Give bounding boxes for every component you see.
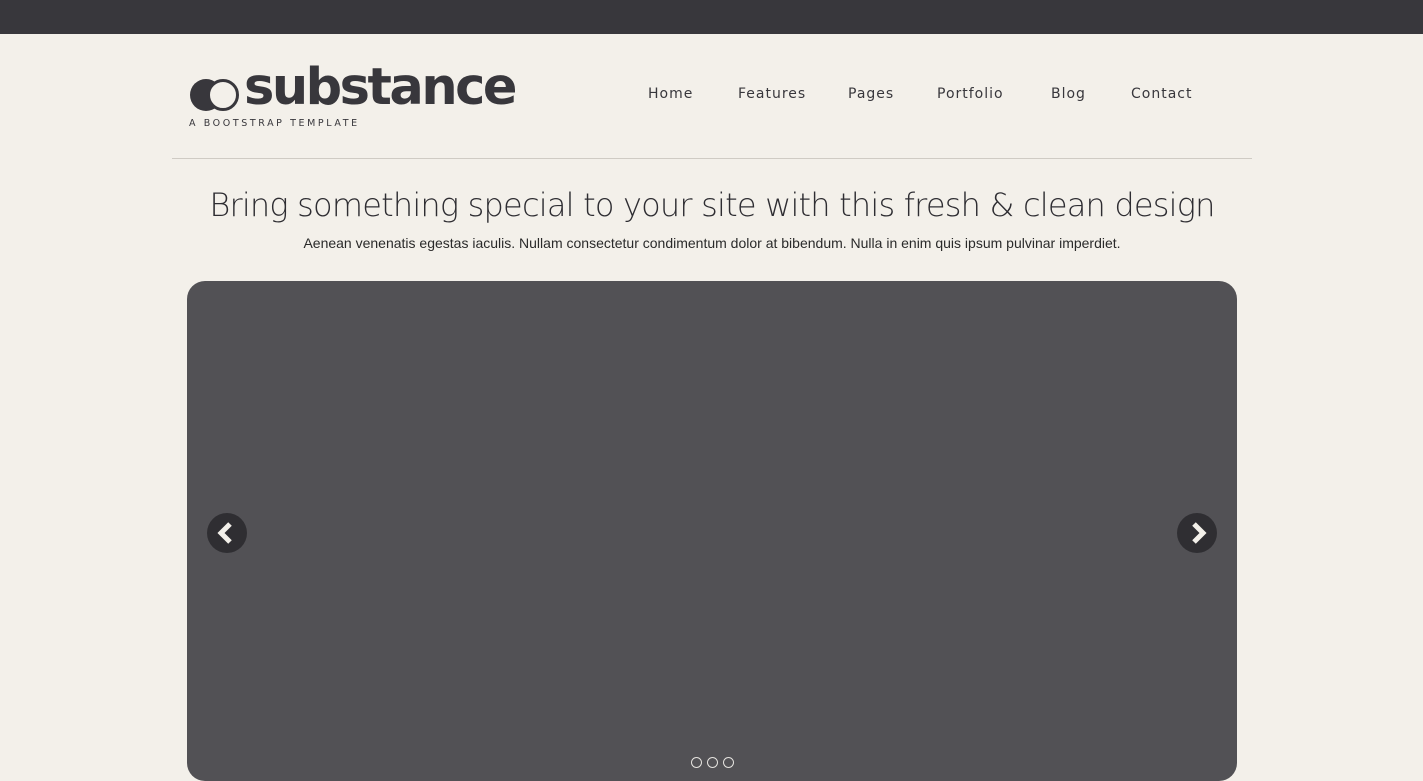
nav-item-features[interactable]: Features — [738, 86, 806, 102]
image-slider — [187, 281, 1237, 781]
nav-item-contact[interactable]: Contact — [1131, 86, 1192, 102]
slider-dot[interactable] — [723, 757, 734, 768]
slider-dot[interactable] — [691, 757, 702, 768]
hero-headline: Bring something special to your site wit… — [209, 186, 1215, 224]
slider-next-button[interactable] — [1177, 513, 1217, 553]
chevron-right-icon — [1192, 522, 1207, 544]
slider-dot[interactable] — [707, 757, 718, 768]
double-circle-logo-icon — [190, 79, 239, 111]
hero-subheadline: Aenean venenatis egestas iaculis. Nullam… — [303, 235, 1121, 251]
brand-tagline: A BOOTSTRAP TEMPLATE — [189, 118, 360, 129]
nav-item-blog[interactable]: Blog — [1051, 86, 1086, 102]
nav-item-home[interactable]: Home — [648, 86, 693, 102]
nav-item-portfolio[interactable]: Portfolio — [937, 86, 1004, 102]
slider-pagination — [689, 757, 735, 769]
top-bar — [0, 0, 1423, 34]
nav-item-pages[interactable]: Pages — [848, 86, 894, 102]
slider-prev-button[interactable] — [207, 513, 247, 553]
brand-logo[interactable]: substance A BOOTSTRAP TEMPLATE — [189, 58, 517, 134]
chevron-left-icon — [217, 522, 232, 544]
brand-name: substance — [244, 58, 517, 117]
header-divider — [172, 158, 1252, 159]
